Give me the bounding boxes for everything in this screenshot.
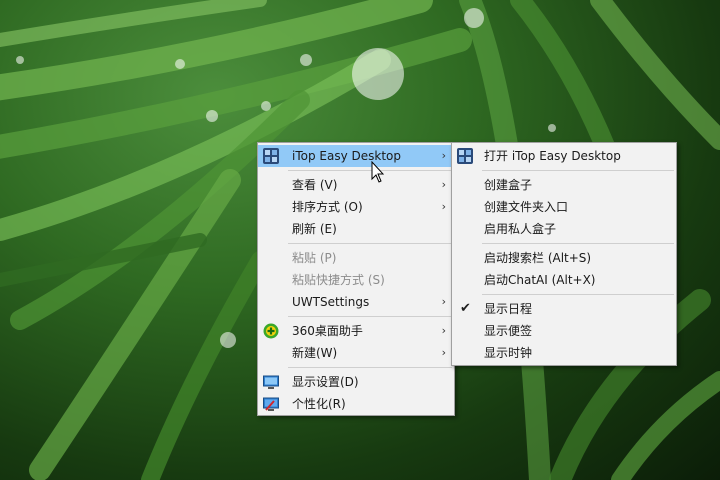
menu-item-label: 显示时钟 xyxy=(484,346,533,360)
menu-separator xyxy=(288,170,452,171)
menu-separator xyxy=(482,294,674,295)
menu-item-label: 360桌面助手 xyxy=(292,324,363,338)
submenu-item-open-itop[interactable]: 打开 iTop Easy Desktop xyxy=(452,145,676,167)
menu-item-itop-easy-desktop[interactable]: iTop Easy Desktop › xyxy=(258,145,454,167)
menu-item-label: 显示便签 xyxy=(484,324,533,338)
submenu-item-create-folder-portal[interactable]: 创建文件夹入口 xyxy=(452,196,676,218)
menu-separator xyxy=(288,243,452,244)
menu-item-new[interactable]: 新建(W) › xyxy=(258,342,454,364)
mouse-cursor-icon xyxy=(371,160,387,185)
menu-item-360-assistant[interactable]: 360桌面助手 › xyxy=(258,320,454,342)
submenu-item-show-notes[interactable]: 显示便签 xyxy=(452,320,676,342)
menu-item-label: 个性化(R) xyxy=(292,397,346,411)
menu-item-label: 打开 iTop Easy Desktop xyxy=(484,149,621,163)
submenu-item-launch-search-bar[interactable]: 启动搜索栏 (Alt+S) xyxy=(452,247,676,269)
menu-item-refresh[interactable]: 刷新 (E) xyxy=(258,218,454,240)
submenu-item-show-clock[interactable]: 显示时钟 xyxy=(452,342,676,364)
menu-separator xyxy=(288,367,452,368)
menu-separator xyxy=(482,170,674,171)
menu-item-personalize[interactable]: 个性化(R) xyxy=(258,393,454,415)
menu-item-label: 粘贴快捷方式 (S) xyxy=(292,273,385,287)
menu-item-label: 启动搜索栏 (Alt+S) xyxy=(484,251,592,265)
menu-item-label: 显示日程 xyxy=(484,302,533,316)
menu-item-label: 显示设置(D) xyxy=(292,375,359,389)
menu-item-label: 查看 (V) xyxy=(292,178,338,192)
menu-item-label: 启动ChatAI (Alt+X) xyxy=(484,273,596,287)
itop-easy-desktop-icon xyxy=(457,148,473,164)
menu-separator xyxy=(288,316,452,317)
chevron-right-icon: › xyxy=(441,295,446,308)
menu-item-paste: 粘贴 (P) xyxy=(258,247,454,269)
submenu-item-enable-private-box[interactable]: 启用私人盒子 xyxy=(452,218,676,240)
menu-separator xyxy=(482,243,674,244)
menu-item-label: 启用私人盒子 xyxy=(484,222,557,236)
chevron-right-icon: › xyxy=(441,149,446,162)
menu-item-label: UWTSettings xyxy=(292,295,370,309)
menu-item-paste-shortcut: 粘贴快捷方式 (S) xyxy=(258,269,454,291)
menu-item-label: 创建文件夹入口 xyxy=(484,200,569,214)
menu-item-label: 排序方式 (O) xyxy=(292,200,363,214)
itop-easy-desktop-submenu: 打开 iTop Easy Desktop 创建盒子 创建文件夹入口 启用私人盒子… xyxy=(451,142,677,366)
menu-item-uwtsettings[interactable]: UWTSettings › xyxy=(258,291,454,313)
chevron-right-icon: › xyxy=(441,346,446,359)
360-assistant-icon xyxy=(263,323,279,339)
chevron-right-icon: › xyxy=(441,200,446,213)
submenu-item-launch-chatai[interactable]: 启动ChatAI (Alt+X) xyxy=(452,269,676,291)
menu-item-label: 创建盒子 xyxy=(484,178,533,192)
desktop-context-menu: iTop Easy Desktop › 查看 (V) › 排序方式 (O) › … xyxy=(257,142,455,416)
chevron-right-icon: › xyxy=(441,178,446,191)
menu-item-label: 粘贴 (P) xyxy=(292,251,337,265)
submenu-item-show-schedule[interactable]: ✔ 显示日程 xyxy=(452,298,676,320)
personalize-icon xyxy=(263,396,279,412)
checkmark-icon: ✔ xyxy=(460,301,471,316)
menu-item-display-settings[interactable]: 显示设置(D) xyxy=(258,371,454,393)
menu-item-label: 新建(W) xyxy=(292,346,338,360)
submenu-item-create-box[interactable]: 创建盒子 xyxy=(452,174,676,196)
chevron-right-icon: › xyxy=(441,324,446,337)
menu-item-view[interactable]: 查看 (V) › xyxy=(258,174,454,196)
display-settings-icon xyxy=(263,374,279,390)
itop-easy-desktop-icon xyxy=(263,148,279,164)
menu-item-label: 刷新 (E) xyxy=(292,222,337,236)
menu-item-sort-by[interactable]: 排序方式 (O) › xyxy=(258,196,454,218)
